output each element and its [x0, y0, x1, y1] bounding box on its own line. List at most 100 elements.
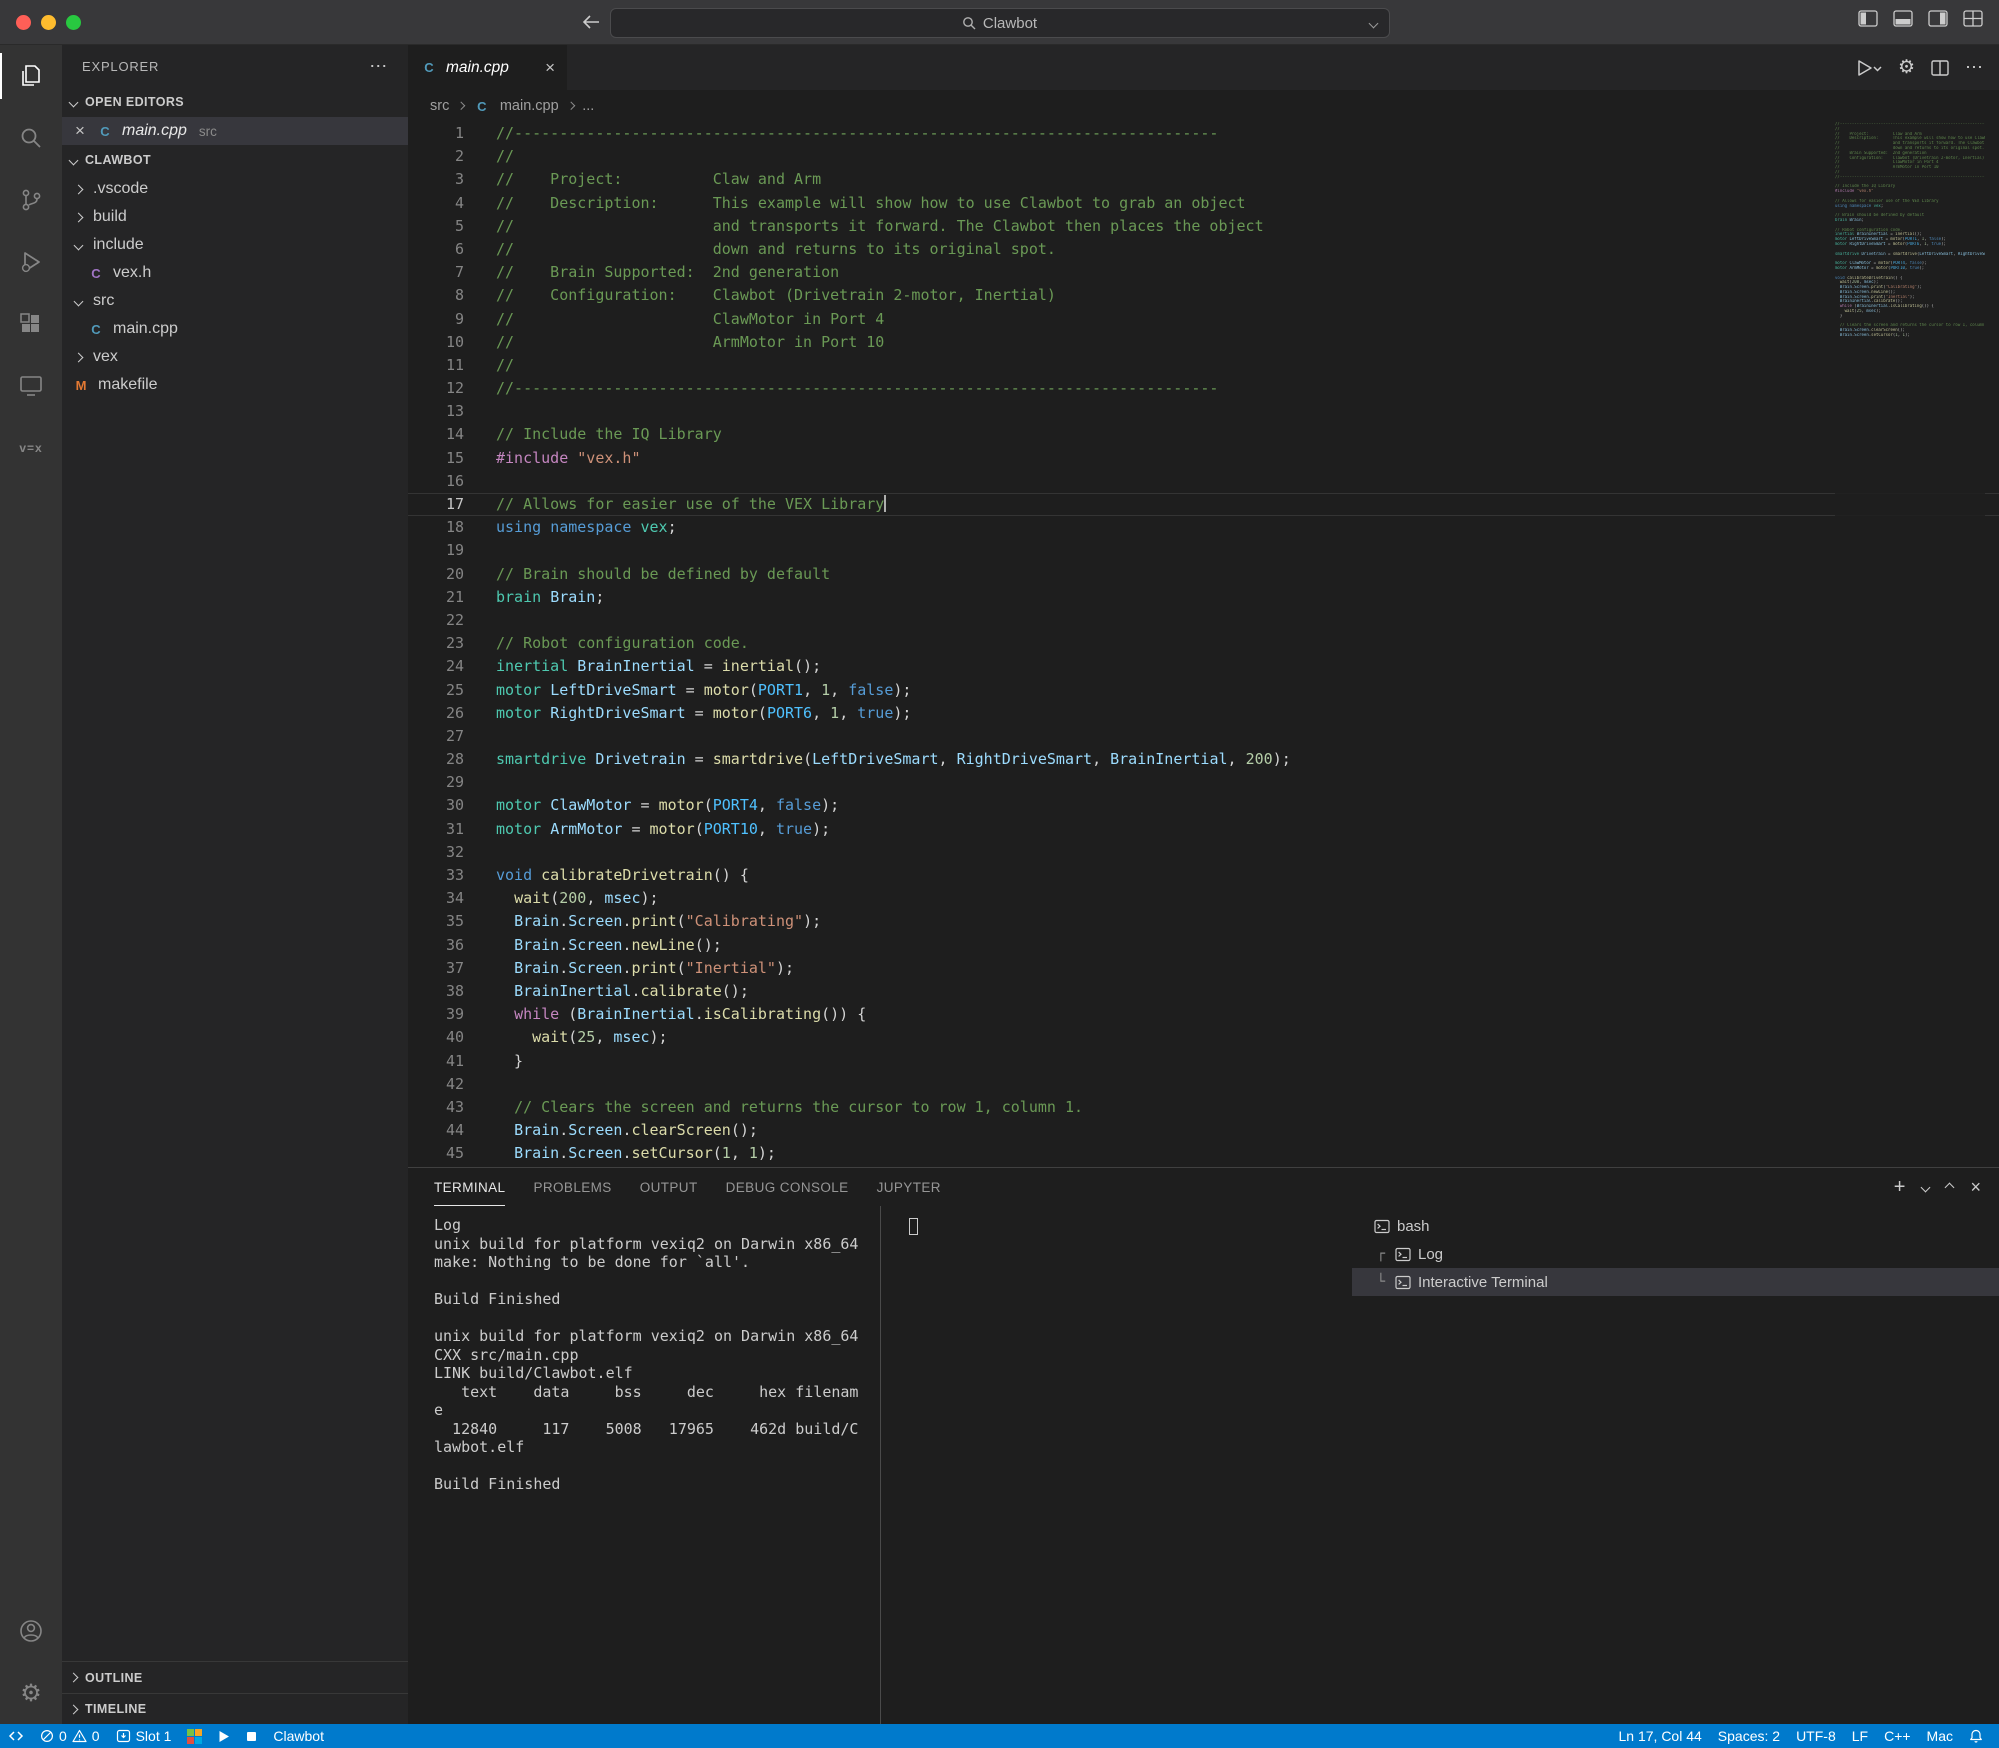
problems-indicator[interactable]: 0 0 [32, 1724, 108, 1748]
code-line[interactable]: 3 // Project: Claw and Arm [408, 168, 1999, 191]
code-line[interactable]: 15 #include "vex.h" [408, 447, 1999, 470]
code-line[interactable]: 28 smartdrive Drivetrain = smartdrive(Lef… [408, 748, 1999, 771]
host-indicator[interactable]: Mac [1919, 1724, 1961, 1748]
language-mode[interactable]: C++ [1876, 1724, 1918, 1748]
panel-tab-debug-console[interactable]: DEBUG CONSOLE [726, 1168, 849, 1206]
more-actions-icon[interactable]: ⋯ [1965, 57, 1983, 78]
close-tab-icon[interactable]: × [545, 58, 555, 78]
breadcrumb-file[interactable]: main.cpp [500, 98, 559, 114]
code-line[interactable]: 17 // Allows for easier use of the VEX Li… [408, 493, 1999, 516]
code-line[interactable]: 42 [408, 1073, 1999, 1096]
code-line[interactable]: 32 [408, 841, 1999, 864]
code-line[interactable]: 33 void calibrateDrivetrain() { [408, 864, 1999, 887]
code-line[interactable]: 21 brain Brain; [408, 586, 1999, 609]
code-line[interactable]: 1 //-------------------------------------… [408, 122, 1999, 145]
terminal-tab-interactive-terminal[interactable]: └ Interactive Terminal [1352, 1268, 1999, 1296]
close-window-button[interactable] [16, 14, 31, 30]
code-line[interactable]: 38 BrainInertial.calibrate(); [408, 980, 1999, 1003]
code-line[interactable]: 12 //------------------------------------… [408, 377, 1999, 400]
explorer-icon[interactable] [0, 45, 62, 107]
code-line[interactable]: 30 motor ClawMotor = motor(PORT4, false); [408, 794, 1999, 817]
open-editors-header[interactable]: OPEN EDITORS [62, 87, 408, 117]
toggle-secondary-sidebar-icon[interactable] [1928, 10, 1948, 27]
code-line[interactable]: 27 [408, 725, 1999, 748]
zoom-window-button[interactable] [66, 14, 81, 30]
code-line[interactable]: 14 // Include the IQ Library [408, 423, 1999, 446]
tree-item-vex[interactable]: vex [62, 343, 408, 371]
tree-item-build[interactable]: build [62, 203, 408, 231]
indentation[interactable]: Spaces: 2 [1710, 1724, 1788, 1748]
close-icon[interactable]: × [72, 121, 88, 141]
run-file-icon[interactable] [1856, 59, 1882, 77]
code-line[interactable]: 40 wait(25, msec); [408, 1026, 1999, 1049]
code-line[interactable]: 10 // ArmMotor in Port 10 [408, 331, 1999, 354]
tree-item-makefile[interactable]: Mmakefile [62, 371, 408, 399]
panel-tab-terminal[interactable]: TERMINAL [434, 1168, 505, 1206]
more-actions-icon[interactable]: ⋯ [369, 56, 388, 77]
panel-tab-output[interactable]: OUTPUT [640, 1168, 698, 1206]
code-line[interactable]: 6 // down and returns to its original spo… [408, 238, 1999, 261]
remote-indicator[interactable] [0, 1724, 32, 1748]
code-line[interactable]: 20 // Brain should be defined by default [408, 563, 1999, 586]
code-line[interactable]: 13 [408, 400, 1999, 423]
code-line[interactable]: 45 Brain.Screen.setCursor(1, 1); [408, 1142, 1999, 1165]
source-control-icon[interactable] [0, 169, 62, 231]
code-line[interactable]: 4 // Description: This example will show … [408, 192, 1999, 215]
chevron-down-icon[interactable] [1921, 1182, 1931, 1192]
tab-main-cpp[interactable]: C main.cpp × [408, 45, 568, 90]
workspace-root-header[interactable]: CLAWBOT [62, 145, 408, 175]
outline-section-header[interactable]: OUTLINE [62, 1662, 408, 1693]
breadcrumb-src[interactable]: src [430, 98, 449, 114]
code-line[interactable]: 34 wait(200, msec); [408, 887, 1999, 910]
terminal-tab-log[interactable]: ┌ Log [1352, 1240, 1999, 1268]
code-line[interactable]: 16 [408, 470, 1999, 493]
close-panel-icon[interactable]: × [1970, 1178, 1981, 1196]
toggle-panel-icon[interactable] [1893, 10, 1913, 27]
cursor-position[interactable]: Ln 17, Col 44 [1611, 1724, 1710, 1748]
vex-device-icon[interactable] [179, 1724, 210, 1748]
code-line[interactable]: 18 using namespace vex; [408, 516, 1999, 539]
code-line[interactable]: 11 // [408, 354, 1999, 377]
account-icon[interactable] [0, 1600, 62, 1662]
breadcrumb-symbol[interactable]: ... [582, 98, 594, 114]
code-line[interactable]: 7 // Brain Supported: 2nd generation [408, 261, 1999, 284]
stop-program-button[interactable] [238, 1724, 265, 1748]
code-line[interactable]: 39 while (BrainInertial.isCalibrating())… [408, 1003, 1999, 1026]
customize-layout-icon[interactable] [1963, 10, 1983, 27]
search-icon[interactable] [0, 107, 62, 169]
notifications-bell-icon[interactable] [1961, 1724, 1991, 1748]
code-line[interactable]: 25 motor LeftDriveSmart = motor(PORT1, 1,… [408, 679, 1999, 702]
maximize-panel-icon[interactable] [1945, 1182, 1955, 1192]
terminal-output[interactable]: Log unix build for platform vexiq2 on Dar… [408, 1206, 880, 1724]
open-editor-main-cpp[interactable]: × C main.cpp src [62, 117, 408, 145]
panel-tab-jupyter[interactable]: JUPYTER [877, 1168, 941, 1206]
terminal-tab-bash[interactable]: bash [1352, 1212, 1999, 1240]
command-center[interactable]: Clawbot [609, 8, 1390, 38]
code-line[interactable]: 23 // Robot configuration code. [408, 632, 1999, 655]
eol-sequence[interactable]: LF [1844, 1724, 1876, 1748]
run-program-button[interactable] [210, 1724, 238, 1748]
code-line[interactable]: 22 [408, 609, 1999, 632]
code-line[interactable]: 31 motor ArmMotor = motor(PORT10, true); [408, 818, 1999, 841]
code-line[interactable]: 37 Brain.Screen.print("Inertial"); [408, 957, 1999, 980]
code-line[interactable]: 5 // and transports it forward. The Clawb… [408, 215, 1999, 238]
code-line[interactable]: 24 inertial BrainInertial = inertial(); [408, 655, 1999, 678]
slot-selector[interactable]: Slot 1 [108, 1724, 180, 1748]
code-line[interactable]: 26 motor RightDriveSmart = motor(PORT6, 1… [408, 702, 1999, 725]
code-line[interactable]: 19 [408, 539, 1999, 562]
code-line[interactable]: 8 // Configuration: Clawbot (Drivetrain 2… [408, 284, 1999, 307]
vex-icon[interactable]: v=x [0, 417, 62, 479]
run-debug-icon[interactable] [0, 231, 62, 293]
code-line[interactable]: 35 Brain.Screen.print("Calibrating"); [408, 910, 1999, 933]
extensions-icon[interactable] [0, 293, 62, 355]
panel-tab-problems[interactable]: PROBLEMS [533, 1168, 611, 1206]
new-terminal-icon[interactable]: + [1894, 1177, 1906, 1197]
settings-gear-icon[interactable]: ⚙ [0, 1662, 62, 1724]
minimap[interactable]: //--------------------------------------… [1835, 122, 1985, 1167]
code-line[interactable]: 36 Brain.Screen.newLine(); [408, 934, 1999, 957]
code-line[interactable]: 9 // ClawMotor in Port 4 [408, 308, 1999, 331]
interactive-terminal-pane[interactable] [880, 1206, 1352, 1724]
gear-icon[interactable]: ⚙ [1898, 58, 1915, 77]
code-line[interactable]: 44 Brain.Screen.clearScreen(); [408, 1119, 1999, 1142]
code-line[interactable]: 41 } [408, 1050, 1999, 1073]
